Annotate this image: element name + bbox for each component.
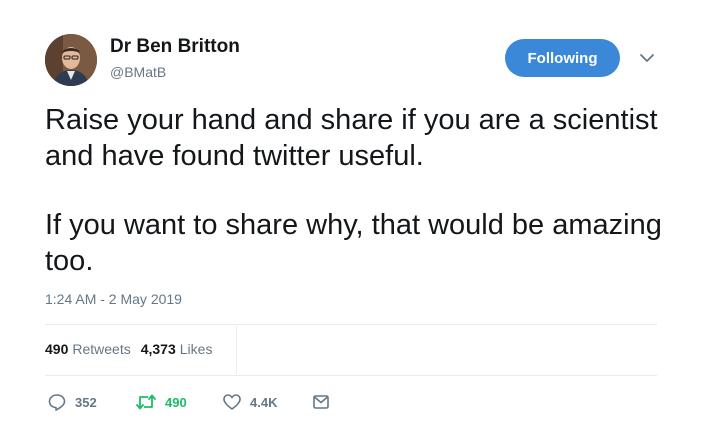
tweet-paragraph: Raise your hand and share if you are a s… [45,104,658,172]
divider [45,324,657,325]
retweets-label: Retweets [72,341,131,357]
tweet-stats: 490 Retweets 4,373 Likes [45,341,212,357]
tweet-text: Raise your hand and share if you are a s… [45,102,665,279]
retweet-count: 490 [165,394,187,410]
reply-count: 352 [75,394,97,410]
like-count: 4.4K [250,394,278,410]
author-display-name[interactable]: Dr Ben Britton [110,36,240,58]
likes-stat[interactable]: 4,373 Likes [141,341,213,357]
divider [45,375,657,376]
heart-icon [223,394,241,410]
retweet-icon [136,394,156,410]
likes-count: 4,373 [140,341,176,357]
envelope-icon [313,395,329,409]
following-button[interactable]: Following [505,39,620,77]
avatar[interactable] [45,34,97,86]
stats-divider [236,326,237,374]
author-handle[interactable]: @BMatB [110,64,166,80]
tweet-paragraph: If you want to share why, that would be … [45,209,662,277]
tweet-timestamp[interactable]: 1:24 AM - 2 May 2019 [45,291,182,307]
like-button[interactable]: 4.4K [222,391,277,413]
likes-label: Likes [179,341,213,357]
chevron-down-icon[interactable] [637,50,657,66]
retweet-button[interactable]: 490 [135,391,187,413]
direct-message-button[interactable] [311,391,339,413]
avatar-photo [45,34,97,86]
retweets-stat[interactable]: 490 Retweets [45,341,131,357]
reply-button[interactable]: 352 [47,391,97,413]
retweets-count: 490 [45,341,69,357]
reply-icon [48,394,66,411]
